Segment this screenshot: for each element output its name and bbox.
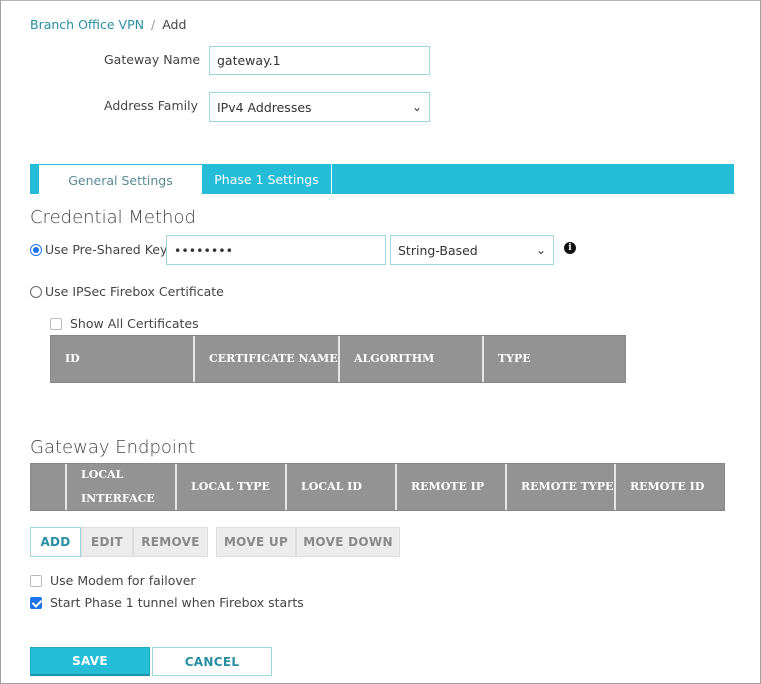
endpoint-table-header: LOCAL INTERFACE LOCAL TYPE LOCAL ID REMO… [30, 463, 725, 511]
info-icon[interactable]: i [564, 242, 576, 254]
address-family-value: IPv4 Addresses [217, 99, 312, 115]
modem-failover-checkbox[interactable] [30, 574, 42, 587]
move-up-button[interactable]: MOVE UP [216, 527, 296, 557]
move-down-button[interactable]: MOVE DOWN [296, 527, 400, 557]
endpoint-col-remote-type[interactable]: REMOTE TYPE [507, 464, 616, 510]
tab-bar: General Settings Phase 1 Settings [30, 164, 734, 195]
chevron-down-icon: ⌄ [535, 243, 546, 257]
cert-label: Use IPSec Firebox Certificate [45, 284, 224, 299]
key-type-value: String-Based [398, 242, 478, 258]
psk-label: Use Pre-Shared Key [45, 242, 168, 257]
show-all-certs-row[interactable]: Show All Certificates [50, 316, 199, 331]
endpoint-col-local-id[interactable]: LOCAL ID [287, 464, 397, 510]
address-family-select[interactable]: IPv4 Addresses ⌄ [209, 92, 430, 122]
endpoint-col-remote-ip[interactable]: REMOTE IP [397, 464, 507, 510]
modem-failover-row[interactable]: Use Modem for failover [30, 573, 196, 588]
endpoint-col-local-type[interactable]: LOCAL TYPE [177, 464, 287, 510]
cert-col-id[interactable]: ID [51, 336, 195, 382]
start-phase1-checkbox[interactable] [30, 596, 42, 609]
tab-phase1-settings[interactable]: Phase 1 Settings [202, 164, 332, 194]
start-phase1-row[interactable]: Start Phase 1 tunnel when Firebox starts [30, 595, 304, 610]
show-all-certs-checkbox[interactable] [50, 317, 62, 330]
endpoint-order-actions: MOVE UP MOVE DOWN [216, 527, 400, 557]
psk-radio[interactable] [30, 243, 42, 256]
cert-col-type[interactable]: TYPE [484, 336, 625, 382]
cert-col-algorithm[interactable]: ALGORITHM [340, 336, 484, 382]
psk-input[interactable]: •••••••• [166, 235, 386, 265]
remove-button[interactable]: REMOVE [133, 527, 208, 557]
certificate-table-header: ID CERTIFICATE NAME ALGORITHM TYPE [50, 335, 626, 383]
save-button[interactable]: SAVE [30, 647, 150, 676]
cert-radio[interactable] [30, 285, 42, 298]
cert-radio-row[interactable]: Use IPSec Firebox Certificate [30, 284, 224, 299]
add-button[interactable]: ADD [30, 527, 81, 557]
endpoint-col-remote-id[interactable]: REMOTE ID [616, 464, 724, 510]
psk-radio-row[interactable]: Use Pre-Shared Key [30, 242, 167, 257]
endpoint-col-select[interactable] [31, 464, 67, 510]
show-all-certs-label: Show All Certificates [70, 316, 199, 331]
gateway-name-label: Gateway Name [104, 52, 201, 67]
credential-method-title: Credential Method [30, 207, 196, 228]
cert-col-name[interactable]: CERTIFICATE NAME [195, 336, 340, 382]
cancel-button[interactable]: CANCEL [152, 647, 272, 676]
address-family-label: Address Family [104, 98, 198, 113]
start-phase1-label: Start Phase 1 tunnel when Firebox starts [50, 595, 304, 610]
endpoint-actions: ADD EDIT REMOVE [30, 527, 208, 557]
breadcrumb-separator: / [150, 17, 156, 32]
breadcrumb-parent-link[interactable]: Branch Office VPN [30, 17, 144, 32]
gateway-endpoint-title: Gateway Endpoint [30, 437, 196, 458]
gateway-name-input[interactable]: gateway.1 [209, 46, 430, 75]
tab-general-settings[interactable]: General Settings [39, 164, 202, 195]
breadcrumb-current: Add [162, 17, 187, 32]
edit-button[interactable]: EDIT [81, 527, 133, 557]
breadcrumb: Branch Office VPN / Add [30, 17, 186, 32]
chevron-down-icon: ⌄ [411, 100, 422, 114]
endpoint-col-local-interface[interactable]: LOCAL INTERFACE [67, 464, 177, 510]
key-type-select[interactable]: String-Based ⌄ [390, 235, 554, 265]
modem-failover-label: Use Modem for failover [50, 573, 196, 588]
